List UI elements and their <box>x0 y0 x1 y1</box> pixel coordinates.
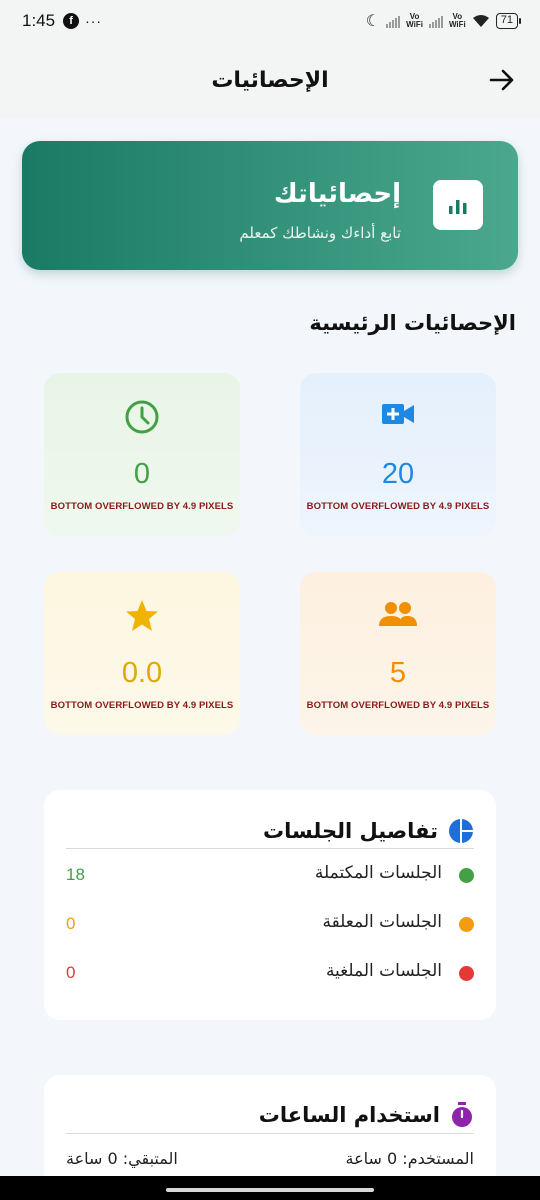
overflow-warning: BOTTOM OVERFLOWED BY 4.9 PIXELS <box>306 700 490 711</box>
row-value: 0 <box>66 914 76 933</box>
row-value: 18 <box>66 865 85 884</box>
card-title: تفاصيل الجلسات <box>263 819 438 843</box>
people-icon <box>379 602 417 626</box>
app-bar: الإحصائيات <box>0 42 540 118</box>
stat-card-rating: 0.0 BOTTOM OVERFLOWED BY 4.9 PIXELS <box>44 572 240 735</box>
stat-card-sessions: 20 BOTTOM OVERFLOWED BY 4.9 PIXELS <box>300 373 496 536</box>
row-value: 0 <box>66 963 76 982</box>
row-label: الجلسات المكتملة <box>314 863 442 883</box>
pending-sessions-row: الجلسات المعلقة 0 <box>66 912 474 936</box>
system-navigation-bar <box>0 1176 540 1200</box>
facebook-icon: f <box>63 13 80 29</box>
vowifi-badge: Vo WiFi <box>406 12 423 29</box>
pie-chart-icon <box>449 819 473 843</box>
overflow-warning: BOTTOM OVERFLOWED BY 4.9 PIXELS <box>306 501 490 512</box>
stat-card-students: 5 BOTTOM OVERFLOWED BY 4.9 PIXELS <box>300 572 496 735</box>
session-details-card: تفاصيل الجلسات الجلسات المكتملة 18 الجلس… <box>44 790 496 1020</box>
hours-used: المستخدم: 0 ساعة <box>345 1149 474 1168</box>
do-not-disturb-icon: ☾ <box>365 13 381 30</box>
status-dot <box>459 917 474 932</box>
status-dot <box>459 868 474 883</box>
stat-value: 0 <box>133 458 151 490</box>
header-title: إحصائياتك <box>273 179 401 209</box>
signal-icon-2 <box>428 14 443 28</box>
home-gesture-handle[interactable] <box>166 1188 374 1192</box>
header-subtitle: تابع أداءك ونشاطك كمعلم <box>239 224 401 242</box>
divider <box>66 1133 474 1134</box>
divider <box>66 848 474 849</box>
hours-remaining: المتبقي: 0 ساعة <box>66 1149 178 1168</box>
stat-value: 20 <box>381 458 415 490</box>
arrow-right-icon <box>489 69 514 91</box>
row-label: الجلسات الملغية <box>325 961 442 981</box>
stopwatch-icon <box>452 1102 472 1127</box>
more-notifications-icon: ··· <box>85 13 103 29</box>
completed-sessions-row: الجلسات المكتملة 18 <box>66 863 474 887</box>
video-add-icon <box>382 404 414 424</box>
signal-icon <box>386 14 401 28</box>
status-bar: 1:45 f ··· ☾ Vo WiFi Vo WiFi 71 <box>0 0 540 42</box>
section-title: الإحصائيات الرئيسية <box>309 311 516 335</box>
card-title: استخدام الساعات <box>258 1103 440 1127</box>
stats-header-card: إحصائياتك تابع أداءك ونشاطك كمعلم <box>22 141 518 270</box>
clock-icon <box>125 400 159 434</box>
back-button[interactable] <box>488 66 516 94</box>
vowifi-badge-2: Vo WiFi <box>448 12 466 29</box>
overflow-warning: BOTTOM OVERFLOWED BY 4.9 PIXELS <box>50 700 234 711</box>
stat-value: 0.0 <box>121 657 163 689</box>
wifi-icon <box>472 15 489 27</box>
overflow-warning: BOTTOM OVERFLOWED BY 4.9 PIXELS <box>50 501 234 512</box>
stat-value: 5 <box>389 657 407 689</box>
stat-card-hours: 0 BOTTOM OVERFLOWED BY 4.9 PIXELS <box>44 373 240 536</box>
status-time: 1:45 <box>22 11 56 30</box>
status-dot <box>459 966 474 981</box>
analytics-icon <box>433 180 483 230</box>
cancelled-sessions-row: الجلسات الملغية 0 <box>66 961 474 985</box>
page-title: الإحصائيات <box>211 67 329 93</box>
battery-indicator: 71 <box>495 13 522 29</box>
star-icon <box>126 600 158 631</box>
row-label: الجلسات المعلقة <box>322 912 442 932</box>
